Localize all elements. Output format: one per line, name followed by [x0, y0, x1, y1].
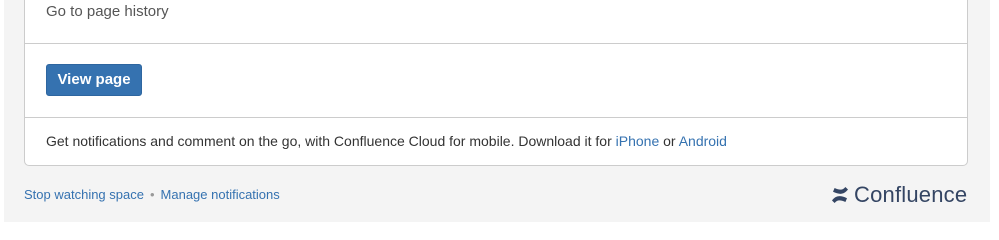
mobile-promo-message: Get notifications and comment on the go,… [46, 133, 616, 149]
mobile-promo-text: Get notifications and comment on the go,… [46, 133, 727, 149]
footer-links: Stop watching space • Manage notifications [24, 187, 280, 202]
confluence-brand: Confluence [830, 181, 967, 209]
iphone-link[interactable]: iPhone [616, 133, 660, 149]
mobile-promo-row: Get notifications and comment on the go,… [25, 118, 967, 164]
confluence-wordmark: Confluence [854, 182, 968, 207]
or-text: or [659, 133, 679, 149]
view-page-row: View page [25, 43, 967, 118]
notification-card: Go to page history View page Get notific… [24, 0, 968, 166]
view-page-button[interactable]: View page [46, 64, 142, 96]
manage-notifications-link[interactable]: Manage notifications [161, 187, 280, 202]
confluence-logo-icon [832, 187, 848, 203]
stop-watching-space-link[interactable]: Stop watching space [24, 187, 144, 202]
android-link[interactable]: Android [679, 133, 727, 149]
page-history-link[interactable]: Go to page history [46, 3, 169, 20]
page-history-row: Go to page history [25, 0, 967, 44]
footer-separator: • [149, 187, 155, 202]
